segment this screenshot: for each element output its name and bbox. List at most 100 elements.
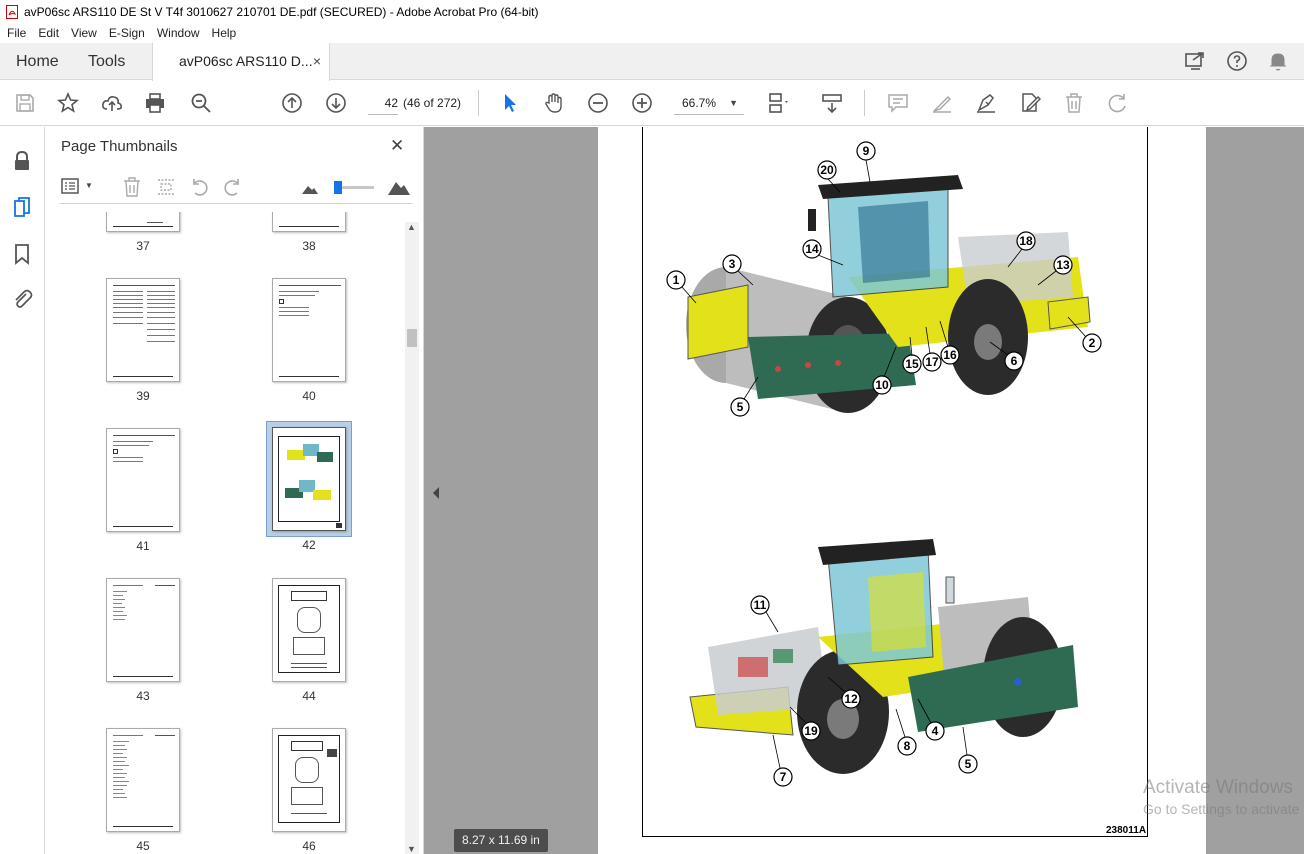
svg-text:9: 9 [863, 144, 870, 158]
lock-icon[interactable] [10, 149, 34, 173]
tab-home[interactable]: Home [16, 43, 59, 80]
activation-watermark-title: Activate Windows [1143, 777, 1293, 798]
menu-bar: File Edit View E-Sign Window Help [0, 23, 1304, 43]
collapse-panel-arrow-icon[interactable] [432, 486, 440, 500]
close-panel-icon[interactable]: ✕ [390, 136, 408, 155]
save-icon[interactable] [13, 91, 37, 115]
scroll-down-arrow-icon[interactable]: ▼ [407, 844, 416, 854]
thumbnail-page-selected[interactable] [272, 427, 346, 531]
thumbnail-label: 44 [302, 689, 316, 703]
bookmark-star-icon[interactable] [56, 91, 80, 115]
thumbnail-larger-icon[interactable] [387, 176, 411, 198]
thumbnail-page[interactable] [272, 278, 346, 382]
svg-text:3: 3 [729, 257, 736, 271]
page-size-readout: 8.27 x 11.69 in [454, 829, 548, 852]
thumbnail-page[interactable] [106, 278, 180, 382]
figure-code: 238011A [1106, 825, 1147, 836]
thumbnail-page[interactable] [106, 728, 180, 832]
scrollbar-thumb[interactable] [407, 329, 417, 347]
zoom-search-icon[interactable] [189, 91, 213, 115]
tab-document-label: avP06sc ARS110 D... [179, 53, 313, 69]
thumbnail-toolbar: ▼ [59, 176, 413, 204]
attachment-paperclip-icon[interactable] [10, 287, 34, 311]
main-toolbar: 42 (46 of 272) [0, 81, 1304, 126]
rotate-counterclockwise-icon[interactable] [189, 176, 211, 198]
svg-text:13: 13 [1056, 258, 1070, 272]
svg-text:2: 2 [1089, 336, 1096, 350]
delete-pages-icon[interactable] [121, 176, 143, 198]
roller-illustration-top: 1 2 3 5 6 9 10 13 14 15 16 17 18 20 [666, 141, 1102, 417]
thumbnail-page[interactable] [272, 578, 346, 682]
pdf-page[interactable]: 1 2 3 5 6 9 10 13 14 15 16 17 18 20 4 5 … [598, 127, 1206, 854]
previous-page-icon[interactable] [280, 91, 304, 115]
svg-text:5: 5 [965, 757, 972, 771]
close-tab-icon[interactable]: × [313, 43, 321, 80]
menu-window[interactable]: Window [150, 26, 205, 40]
scroll-mode-icon[interactable] [820, 91, 844, 115]
zoom-out-icon[interactable] [586, 91, 610, 115]
fit-page-icon[interactable] [766, 91, 790, 115]
menu-help[interactable]: Help [205, 26, 242, 40]
extract-pages-icon[interactable] [155, 176, 177, 198]
upload-cloud-icon[interactable] [100, 91, 124, 115]
share-screen-icon[interactable] [1183, 49, 1207, 73]
menu-view[interactable]: View [64, 26, 102, 40]
notifications-bell-icon[interactable] [1266, 49, 1290, 73]
menu-file[interactable]: File [0, 26, 31, 40]
next-page-icon[interactable] [324, 91, 348, 115]
svg-text:16: 16 [943, 348, 957, 362]
toolbar-separator [864, 90, 865, 116]
menu-edit[interactable]: Edit [31, 26, 64, 40]
thumbnail-page[interactable] [106, 578, 180, 682]
scroll-up-arrow-icon[interactable]: ▲ [407, 222, 416, 232]
print-icon[interactable] [143, 91, 167, 115]
svg-text:17: 17 [925, 355, 939, 369]
svg-text:20: 20 [820, 163, 834, 177]
thumbnail-options-icon[interactable] [61, 176, 83, 198]
zoom-in-icon[interactable] [630, 91, 654, 115]
svg-text:19: 19 [804, 724, 818, 738]
svg-text:18: 18 [1019, 234, 1033, 248]
panel-title: Page Thumbnails [61, 138, 178, 155]
chevron-down-icon[interactable]: ▼ [85, 181, 93, 190]
draw-sign-icon[interactable] [974, 91, 998, 115]
thumbnail-label: 46 [302, 839, 316, 853]
highlight-pen-icon[interactable] [930, 91, 954, 115]
help-icon[interactable] [1225, 49, 1249, 73]
slider-handle[interactable] [334, 181, 342, 194]
toolbar-separator [478, 90, 479, 116]
page-count: (46 of 272) [403, 96, 462, 110]
delete-icon[interactable] [1062, 91, 1086, 115]
comment-icon[interactable] [886, 91, 910, 115]
thumbnail-scrollbar[interactable]: ▲ ▼ [405, 222, 419, 854]
thumbnail-label: 38 [302, 239, 316, 253]
svg-text:15: 15 [905, 357, 919, 371]
pdf-file-icon [6, 4, 18, 19]
thumbnail-label: 43 [136, 689, 150, 703]
select-cursor-icon[interactable] [498, 91, 522, 115]
page-number-input[interactable]: 42 [368, 91, 398, 115]
page-thumbnails-icon[interactable] [10, 195, 34, 219]
thumbnail-page[interactable] [106, 212, 180, 232]
rotate-clockwise-icon[interactable] [221, 176, 243, 198]
svg-text:10: 10 [875, 378, 889, 392]
thumbnail-page[interactable] [272, 728, 346, 832]
bookmarks-icon[interactable] [10, 242, 34, 266]
tab-document[interactable]: avP06sc ARS110 D... × [152, 43, 330, 81]
redo-icon[interactable] [1106, 91, 1130, 115]
thumbnail-page[interactable] [272, 212, 346, 232]
thumbnail-label: 42 [302, 538, 316, 552]
window-title: avP06sc ARS110 DE St V T4f 3010627 21070… [24, 4, 539, 19]
thumbnail-page[interactable] [106, 428, 180, 532]
edit-text-icon[interactable] [1018, 91, 1042, 115]
zoom-level-value: 66.7% [682, 96, 717, 110]
zoom-level-select[interactable]: 66.7% ▼ [674, 91, 744, 115]
menu-esign[interactable]: E-Sign [102, 26, 150, 40]
hand-tool-icon[interactable] [542, 91, 566, 115]
svg-text:6: 6 [1011, 354, 1018, 368]
thumbnail-size-slider[interactable] [334, 181, 374, 194]
thumbnail-smaller-icon[interactable] [299, 176, 321, 198]
tab-tools[interactable]: Tools [88, 43, 125, 80]
thumbnail-label: 45 [136, 839, 150, 853]
svg-text:1: 1 [673, 273, 680, 287]
